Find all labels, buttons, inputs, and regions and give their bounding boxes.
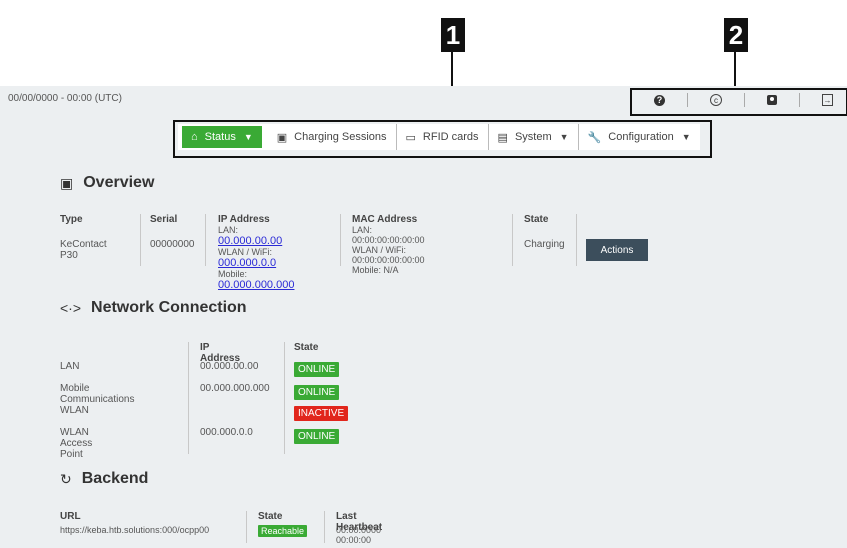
divider: [340, 214, 341, 266]
overview-col-mac: MAC Address LAN: 00:00:00:00:00:00 WLAN …: [352, 214, 425, 275]
callout-leader-2: [734, 52, 736, 88]
status-badge: ONLINE: [294, 429, 340, 444]
overview-col-serial: Serial 00000000: [150, 214, 195, 250]
overview-col-type: Type KeContact P30: [60, 214, 107, 261]
mac-lan: LAN: 00:00:00:00:00:00: [352, 225, 425, 245]
callout-box-2: [630, 88, 847, 116]
type-header: Type: [60, 214, 83, 225]
overview-title: Overview: [83, 174, 155, 191]
refresh-icon: ↻: [60, 470, 72, 487]
network-row-name: Mobile Communications: [60, 383, 135, 405]
network-title: Network Connection: [91, 299, 247, 316]
serial-header: Serial: [150, 214, 178, 225]
serial-value: 00000000: [150, 239, 195, 250]
backend-url-header: URL: [60, 511, 81, 522]
actions-button[interactable]: Actions: [586, 239, 648, 261]
ip-lan-row: LAN: 00.000.00.00: [218, 225, 294, 247]
callout-box-1: [173, 120, 712, 158]
ip-mobile-link[interactable]: 00.000.000.000: [218, 279, 294, 291]
ip-wlan-link[interactable]: 000.000.0.0: [218, 257, 276, 269]
network-heading: <·> Network Connection: [60, 299, 247, 317]
divider: [284, 342, 285, 454]
mac-mobile: Mobile: N/A: [352, 265, 399, 275]
state-header: State: [524, 214, 549, 225]
network-state-header: State: [294, 342, 319, 353]
ip-wlan-row: WLAN / WiFi: 000.000.0.0: [218, 247, 294, 269]
overview-heading: ▣ Overview: [60, 174, 154, 192]
ip-mobile-row: Mobile: 00.000.000.000: [218, 269, 294, 291]
network-row-name: WLAN Access Point: [60, 427, 93, 460]
divider: [512, 214, 513, 266]
network-arrows-icon: <·>: [60, 300, 82, 316]
status-badge: INACTIVE: [294, 406, 349, 421]
network-row-ip: 000.000.0.0: [200, 427, 253, 438]
divider: [140, 214, 141, 266]
backend-title: Backend: [81, 470, 149, 487]
network-row-ip: 00.000.000.000: [200, 383, 270, 394]
ip-header: IP Address: [218, 214, 270, 225]
divider: [205, 214, 206, 266]
ip-lan-link[interactable]: 00.000.00.00: [218, 235, 282, 247]
mac-wlan: WLAN / WiFi: 00:00:00:00:00:00: [352, 245, 425, 265]
backend-url-value: https://keba.htb.solutions:000/ocpp00: [60, 525, 210, 535]
divider: [324, 511, 325, 543]
callout-label-1: 1: [441, 18, 465, 52]
ip-wlan-label: WLAN / WiFi:: [218, 247, 272, 257]
network-row-ip: 00.000.00.00: [200, 361, 259, 372]
state-value: Charging: [524, 239, 565, 250]
divider: [576, 214, 577, 266]
callout-label-2: 2: [724, 18, 748, 52]
mac-header: MAC Address: [352, 214, 418, 225]
datetime-display: 00/00/0000 - 00:00 (UTC): [8, 93, 122, 104]
backend-heading: ↻ Backend: [60, 470, 148, 488]
network-row-name: LAN: [60, 361, 80, 372]
backend-state-header: State: [258, 511, 283, 522]
network-row-name: WLAN: [60, 405, 89, 416]
status-badge: ONLINE: [294, 362, 340, 377]
type-value: KeContact P30: [60, 239, 107, 261]
ip-lan-label: LAN:: [218, 225, 239, 235]
backend-heartbeat-value: 00.00.0000 00:00:00: [336, 525, 382, 545]
overview-col-state: State Charging: [524, 214, 565, 250]
ip-mobile-label: Mobile:: [218, 269, 248, 279]
divider: [246, 511, 247, 543]
status-badge: ONLINE: [294, 385, 340, 400]
overview-col-ip: IP Address LAN: 00.000.00.00 WLAN / WiFi…: [218, 214, 294, 291]
calendar-icon: ▣: [60, 174, 74, 191]
divider: [188, 342, 189, 454]
status-badge: Reachable: [258, 525, 308, 537]
